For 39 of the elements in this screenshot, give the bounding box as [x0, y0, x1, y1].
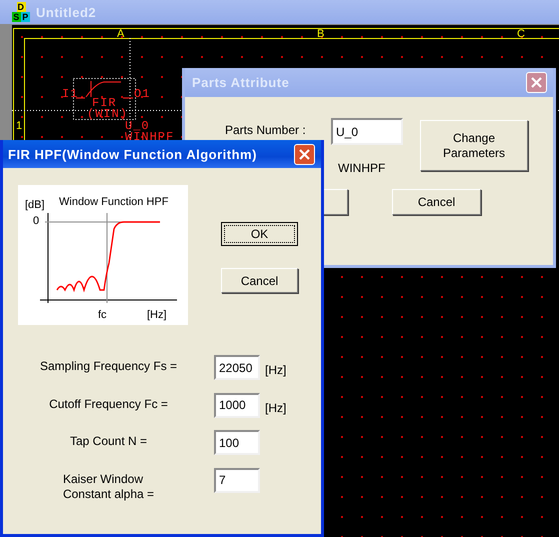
component-reference: U_0	[125, 120, 150, 132]
part-type: WINHPF	[338, 161, 386, 175]
field-label: Sampling Frequency Fs =	[40, 359, 178, 374]
unit-label: [Hz]	[265, 362, 286, 377]
close-button[interactable]	[294, 144, 315, 164]
cancel-button[interactable]: Cancel	[392, 189, 481, 215]
parameter-field[interactable]: 1000	[214, 392, 260, 418]
axis-unit: [Hz]	[147, 309, 167, 321]
chart-title: Window Function HPF	[59, 196, 168, 208]
window-title: Untitled2	[36, 4, 98, 20]
dialog-title: Parts Attribute	[192, 75, 290, 90]
parameter-field[interactable]: 22050	[214, 355, 260, 380]
close-icon	[299, 148, 310, 160]
parameter-field[interactable]: 100	[214, 430, 260, 455]
close-button[interactable]	[526, 72, 547, 93]
pin-label: I1	[62, 88, 78, 100]
component-subtitle: (WIN)	[87, 108, 128, 120]
axis-unit: [dB]	[25, 199, 45, 211]
dialog-title: FIR HPF(Window Function Algorithm)	[8, 146, 258, 162]
pin-label: O1	[134, 88, 150, 100]
unit-label: [Hz]	[265, 400, 286, 414]
component-type: WINHPF	[125, 131, 174, 143]
cancel-button[interactable]: Cancel	[221, 268, 298, 293]
field-label: Tap Count N =	[70, 434, 148, 449]
change-parameters-button[interactable]: Change Parameters	[420, 120, 528, 171]
cutoff-marker-label: fc	[98, 309, 107, 321]
component-name: FIR	[92, 97, 117, 109]
ok-button[interactable]: OK	[221, 222, 298, 246]
parameter-field[interactable]: 7	[214, 468, 260, 492]
column-label: B	[317, 29, 324, 40]
axis-tick: 0	[33, 215, 40, 227]
field-label: Kaiser Window Constant alpha =	[62, 472, 154, 502]
close-icon	[531, 77, 542, 88]
parts-number-field[interactable]: U_0	[331, 118, 403, 145]
column-label: C	[517, 29, 525, 40]
row-label: 1	[16, 121, 22, 132]
field-label: Parts Number :	[225, 123, 306, 137]
field-label: Cutoff Frequency Fc =	[49, 396, 168, 412]
column-label: A	[117, 29, 124, 40]
